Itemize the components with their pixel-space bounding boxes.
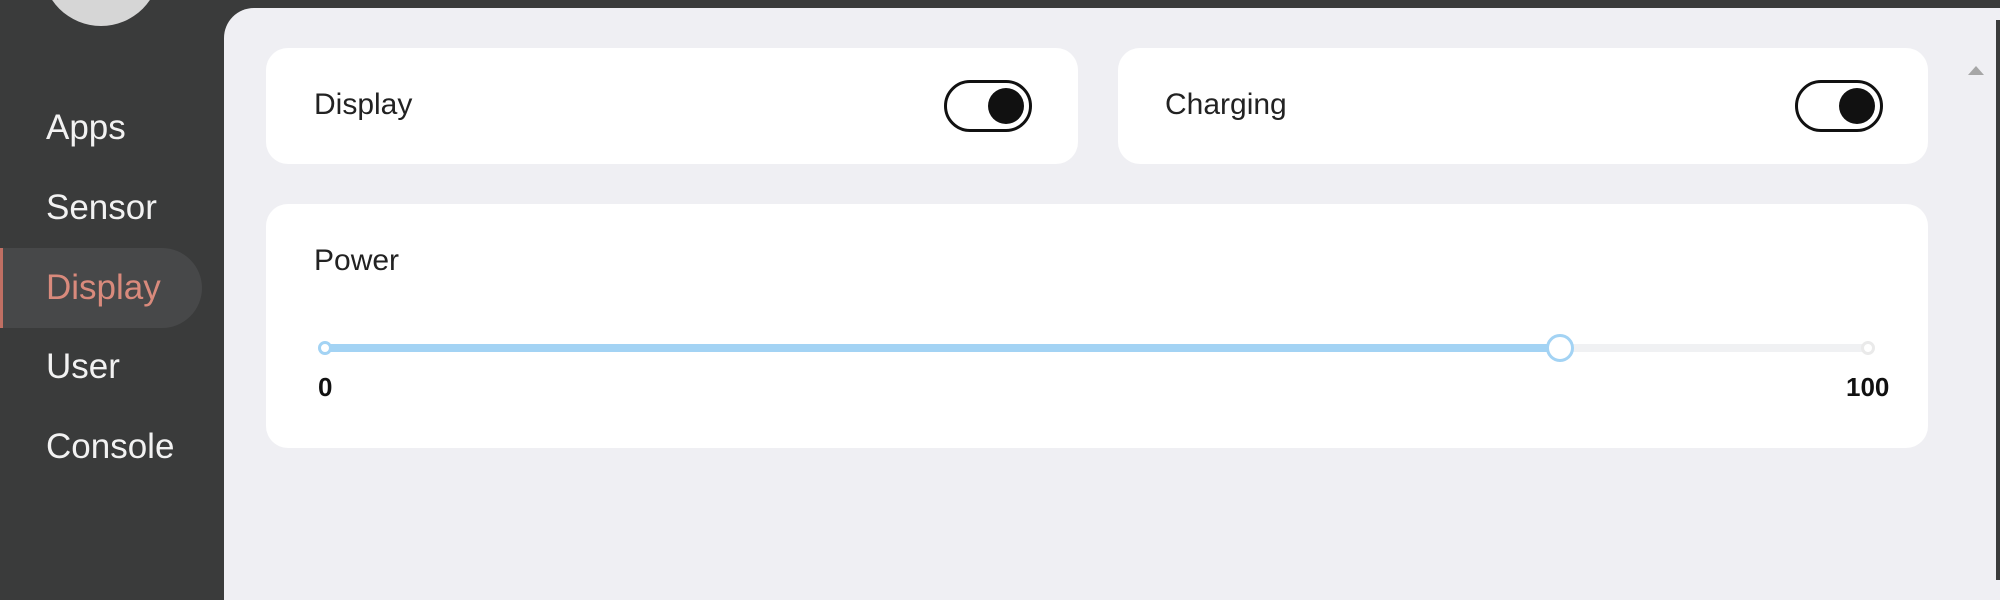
slider-min-label: 0	[318, 372, 333, 402]
sidebar-item-user[interactable]: User	[0, 327, 202, 407]
display-toggle[interactable]	[944, 80, 1032, 132]
avatar[interactable]	[42, 0, 160, 26]
sidebar: Apps Sensor Display User Console	[0, 0, 224, 600]
charging-toggle[interactable]	[1795, 80, 1883, 132]
scrollbar[interactable]	[1996, 20, 2000, 580]
slider-fill	[326, 344, 1560, 352]
power-card: Power 0 100	[266, 204, 1928, 448]
slider-max-dot	[1861, 341, 1875, 355]
display-label: Display	[314, 88, 413, 121]
main-panel: Display Charging Power 0 100	[224, 8, 2000, 600]
display-toggle-knob	[988, 88, 1024, 124]
charging-toggle-knob	[1839, 88, 1875, 124]
slider-handle[interactable]	[1545, 334, 1574, 362]
power-label: Power	[314, 244, 400, 277]
scroll-up-arrow-icon[interactable]	[1968, 66, 1984, 75]
sidebar-item-sensor[interactable]: Sensor	[0, 168, 202, 248]
slider-max-label: 100	[1846, 372, 1890, 402]
sidebar-item-console[interactable]: Console	[0, 407, 202, 487]
charging-label: Charging	[1165, 88, 1287, 121]
sidebar-item-display[interactable]: Display	[0, 248, 202, 328]
slider-min-dot	[318, 341, 332, 355]
display-card: Display	[266, 48, 1078, 164]
charging-card: Charging	[1118, 48, 1928, 164]
sidebar-item-apps[interactable]: Apps	[0, 88, 202, 168]
app-window: Apps Sensor Display User Console Display…	[0, 0, 2000, 600]
